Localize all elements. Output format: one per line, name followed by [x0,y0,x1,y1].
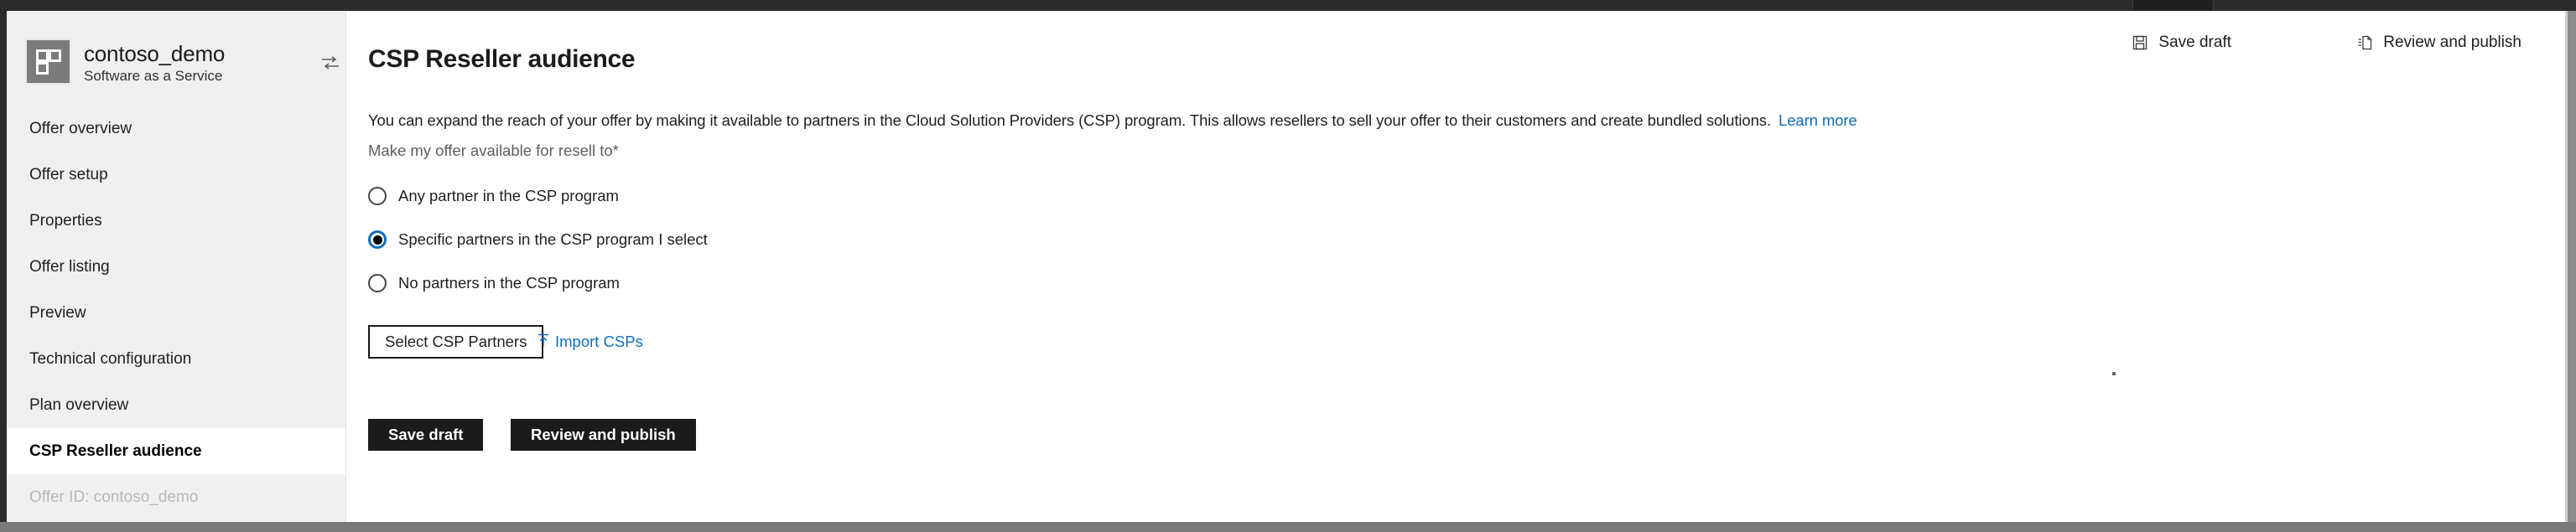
import-csps-link[interactable]: Import CSPs [537,325,643,359]
offer-name: contoso_demo [84,41,226,66]
window-bottom-edge [0,522,2576,532]
radio-selected-icon[interactable] [368,230,387,249]
command-save-draft[interactable]: Save draft [2131,31,2231,54]
footer-review-and-publish-button[interactable]: Review and publish [511,419,696,451]
import-csps-label: Import CSPs [555,333,643,350]
switch-offer-icon[interactable] [320,54,340,71]
sidebar-item-technical-configuration[interactable]: Technical configuration [7,336,345,382]
radio-option-1[interactable]: Specific partners in the CSP program I s… [368,229,708,251]
publish-document-icon [2355,34,2374,52]
sidebar-item-plan-overview[interactable]: Plan overview [7,382,345,428]
upload-icon [537,333,550,352]
sidebar-item-csp-reseller-audience[interactable]: CSP Reseller audience [7,428,345,474]
radio-option-2[interactable]: No partners in the CSP program [368,272,620,294]
offer-type: Software as a Service [84,68,223,84]
intro-paragraph: You can expand the reach of your offer b… [368,111,1857,130]
command-save-draft-label: Save draft [2158,34,2231,51]
window-right-edge [2568,11,2576,532]
sidebar-item-offer-setup[interactable]: Offer setup [7,152,345,198]
sidebar-item-offer-listing[interactable]: Offer listing [7,244,345,290]
radio-option-label: No partners in the CSP program [398,274,620,292]
resell-audience-field-label: Make my offer available for resell to* [368,142,619,159]
browser-active-tab[interactable] [2132,0,2214,11]
page-title: CSP Reseller audience [368,45,636,74]
window-left-edge [0,11,7,522]
sidebar-item-offer-overview[interactable]: Offer overview [7,106,345,152]
command-review-and-publish[interactable]: Review and publish [2355,31,2521,54]
sidebar: contoso_demo Software as a Service Offer… [7,11,346,522]
app-tiles-icon [25,39,71,85]
main-content: CSP Reseller audience Save draft Review … [346,11,2565,522]
browser-chrome-bar [0,0,2576,11]
radio-option-label: Specific partners in the CSP program I s… [398,230,708,248]
cursor-artifact-dot [2112,372,2116,375]
sidebar-item-preview[interactable]: Preview [7,290,345,336]
footer-save-draft-button[interactable]: Save draft [368,419,484,451]
radio-option-0[interactable]: Any partner in the CSP program [368,185,619,207]
select-csp-partners-button[interactable]: Select CSP Partners [368,325,544,359]
radio-unselected-icon[interactable] [368,187,387,205]
application-window: contoso_demo Software as a Service Offer… [0,0,2576,532]
radio-unselected-icon[interactable] [368,274,387,292]
sidebar-item-properties[interactable]: Properties [7,198,345,244]
learn-more-link[interactable]: Learn more [1779,111,1857,129]
command-review-and-publish-label: Review and publish [2383,34,2521,51]
radio-option-label: Any partner in the CSP program [398,187,619,204]
offer-header: contoso_demo Software as a Service [7,11,345,98]
save-icon [2131,34,2149,52]
intro-text: You can expand the reach of your offer b… [368,111,1771,129]
sidebar-offer-id: Offer ID: contoso_demo [29,488,199,506]
